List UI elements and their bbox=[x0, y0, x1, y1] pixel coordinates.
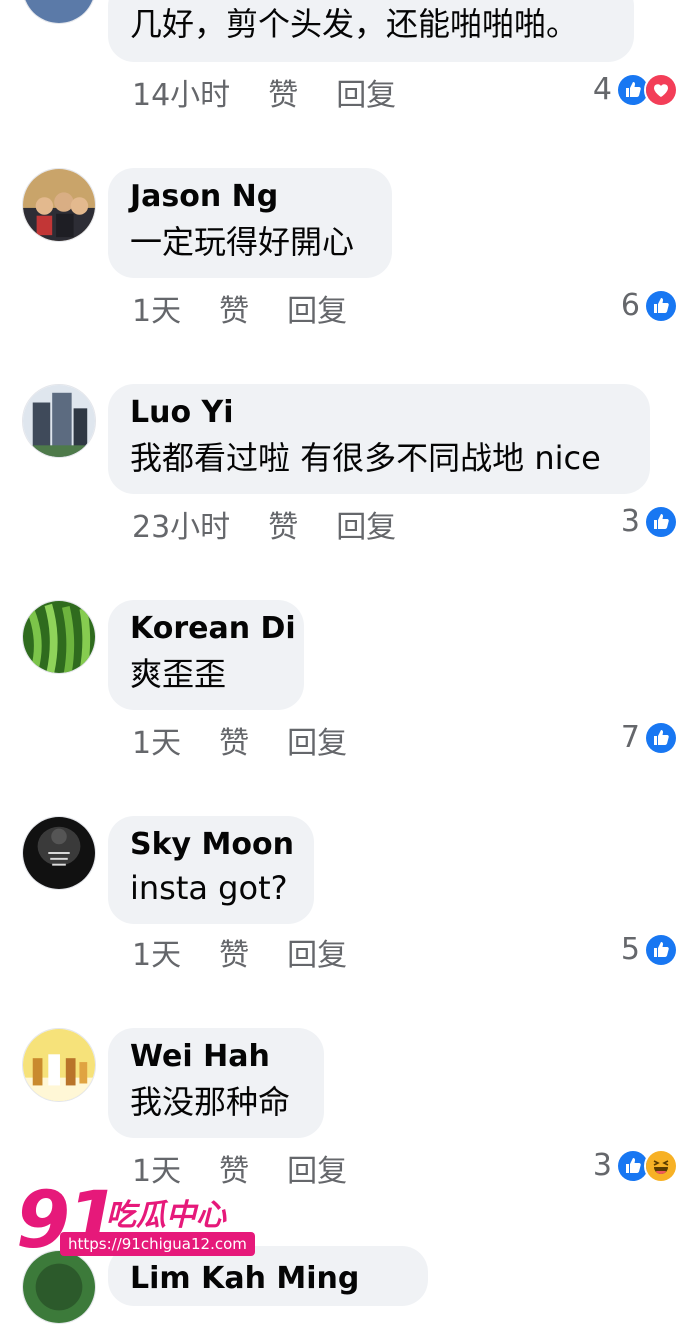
reply-button[interactable]: 回复 bbox=[287, 1152, 347, 1192]
reaction-summary[interactable]: 5 bbox=[621, 930, 678, 970]
reaction-summary[interactable]: 7 bbox=[621, 718, 678, 758]
avatar[interactable] bbox=[22, 600, 96, 674]
haha-icon bbox=[644, 1149, 678, 1183]
avatar[interactable] bbox=[22, 0, 96, 24]
comment-time: 23小时 bbox=[132, 510, 231, 545]
reply-button[interactable]: 回复 bbox=[336, 76, 396, 116]
reaction-summary[interactable]: 3 bbox=[593, 1146, 678, 1186]
comment-time: 1天 bbox=[132, 726, 182, 761]
like-button[interactable]: 赞 bbox=[219, 292, 249, 332]
comment-text: 我没那种命 bbox=[130, 1083, 291, 1121]
watermark-logo: 91 吃瓜中心 https://91chigua12.com bbox=[10, 1176, 255, 1266]
comment-meta: 1天 赞 回复 bbox=[132, 724, 347, 764]
comment-author[interactable]: Jason Ng bbox=[130, 176, 370, 218]
comment-text: 爽歪歪 bbox=[130, 655, 227, 693]
comment-bubble: Sky Moon insta got? bbox=[108, 816, 314, 924]
comment-bubble: Korean Di 爽歪歪 bbox=[108, 600, 304, 710]
comment-time: 1天 bbox=[132, 294, 182, 329]
comment-meta: 14小时 赞 回复 bbox=[132, 76, 396, 116]
comment-text: 一定玩得好開心 bbox=[130, 223, 355, 261]
comment-bubble: Jason Ng 一定玩得好開心 bbox=[108, 168, 392, 278]
comment-time: 1天 bbox=[132, 938, 182, 973]
reply-button[interactable]: 回复 bbox=[287, 936, 347, 976]
reaction-count: 6 bbox=[620, 288, 640, 323]
comment-author[interactable]: Luo Yi bbox=[130, 392, 628, 434]
comment-text: 几好，剪个头发，还能啪啪啪。 bbox=[130, 5, 579, 43]
comment-bubble: Wei Hah 我没那种命 bbox=[108, 1028, 324, 1138]
watermark-url: https://91chigua12.com bbox=[60, 1232, 255, 1256]
watermark-text: 吃瓜中心 bbox=[106, 1198, 226, 1233]
comment-time: 14小时 bbox=[132, 78, 231, 113]
like-button[interactable]: 赞 bbox=[268, 76, 298, 116]
reaction-summary[interactable]: 3 bbox=[621, 502, 678, 542]
reaction-count: 7 bbox=[620, 720, 640, 755]
love-icon bbox=[644, 73, 678, 107]
reaction-count: 3 bbox=[592, 1148, 612, 1183]
like-icon bbox=[644, 933, 678, 967]
avatar[interactable] bbox=[22, 168, 96, 242]
comment-meta: 23小时 赞 回复 bbox=[132, 508, 396, 548]
comment-text: insta got? bbox=[130, 869, 288, 907]
reaction-count: 3 bbox=[620, 504, 640, 539]
reaction-count: 5 bbox=[620, 932, 640, 967]
reaction-count: 4 bbox=[592, 72, 612, 107]
like-icon bbox=[644, 721, 678, 755]
like-icon bbox=[644, 289, 678, 323]
avatar[interactable] bbox=[22, 816, 96, 890]
like-button[interactable]: 赞 bbox=[219, 724, 249, 764]
comment-author[interactable]: Sky Moon bbox=[130, 824, 294, 866]
avatar[interactable] bbox=[22, 1028, 96, 1102]
comment-author[interactable]: Korean Di bbox=[130, 608, 296, 650]
like-icon bbox=[644, 505, 678, 539]
comment-text: 我都看过啦 有很多不同战地 nice bbox=[130, 439, 601, 477]
avatar[interactable] bbox=[22, 384, 96, 458]
reaction-summary[interactable]: 4 bbox=[593, 70, 678, 110]
comment-bubble: Luo Yi 我都看过啦 有很多不同战地 nice bbox=[108, 384, 650, 494]
comment-bubble: 几好，剪个头发，还能啪啪啪。 bbox=[108, 0, 634, 62]
reply-button[interactable]: 回复 bbox=[287, 724, 347, 764]
comment-meta: 1天 赞 回复 bbox=[132, 292, 347, 332]
like-button[interactable]: 赞 bbox=[268, 508, 298, 548]
reply-button[interactable]: 回复 bbox=[336, 508, 396, 548]
comment-meta: 1天 赞 回复 bbox=[132, 936, 347, 976]
reply-button[interactable]: 回复 bbox=[287, 292, 347, 332]
like-button[interactable]: 赞 bbox=[219, 936, 249, 976]
reaction-summary[interactable]: 6 bbox=[621, 286, 678, 326]
comment-author[interactable]: Wei Hah bbox=[130, 1036, 302, 1078]
